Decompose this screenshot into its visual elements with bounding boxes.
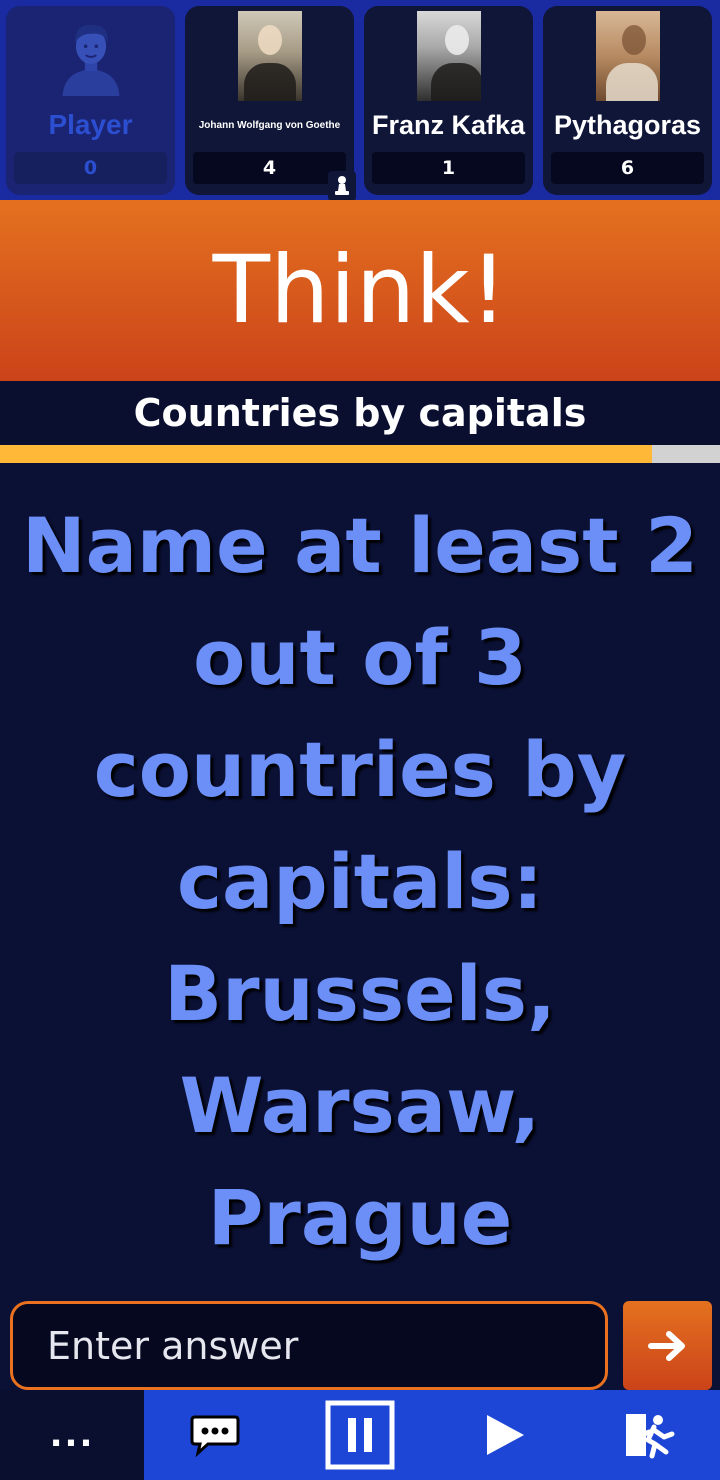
player-name: Player [48, 109, 133, 140]
submit-button[interactable] [623, 1301, 712, 1390]
pythagoras-portrait [595, 11, 660, 101]
play-icon [487, 1415, 524, 1455]
opponent-name: Johann Wolfgang von Goethe [198, 119, 341, 131]
category-title: Countries by capitals [0, 381, 720, 445]
opponent-score: 4 [193, 152, 346, 184]
player-score: 0 [14, 152, 167, 184]
bottom-toolbar: ... [0, 1390, 720, 1480]
question-text: Name at least 2 out of 3 countries by ca… [22, 501, 698, 1262]
person-avatar-icon [59, 11, 123, 101]
more-button[interactable]: ... [0, 1390, 144, 1480]
chat-button[interactable] [160, 1390, 270, 1480]
pawn-icon [328, 171, 356, 201]
timer-fill [0, 445, 652, 463]
exit-button[interactable] [594, 1390, 704, 1480]
kafka-portrait [416, 11, 481, 101]
players-bar: Player 0 Johann Wolfgang von Goethe 4 Fr… [0, 0, 720, 201]
player-card-self: Player 0 [6, 6, 175, 195]
opponent-name: Pythagoras [553, 109, 702, 140]
opponent-card-kafka: Franz Kafka 1 [364, 6, 533, 195]
opponent-name: Franz Kafka [371, 109, 526, 140]
opponent-score: 1 [372, 152, 525, 184]
answer-input[interactable] [10, 1301, 608, 1390]
arrow-right-icon [647, 1330, 685, 1361]
timer-bar [0, 445, 720, 463]
opponent-card-pythagoras: Pythagoras 6 [543, 6, 712, 195]
pause-button[interactable] [305, 1390, 415, 1480]
pause-icon [325, 1400, 395, 1470]
chat-icon [190, 1415, 240, 1457]
exit-icon [626, 1414, 675, 1459]
opponent-card-goethe: Johann Wolfgang von Goethe 4 [185, 6, 356, 201]
play-button[interactable] [450, 1390, 560, 1480]
opponent-score: 6 [551, 152, 704, 184]
think-banner: Think! [0, 200, 720, 381]
goethe-portrait [237, 11, 302, 101]
